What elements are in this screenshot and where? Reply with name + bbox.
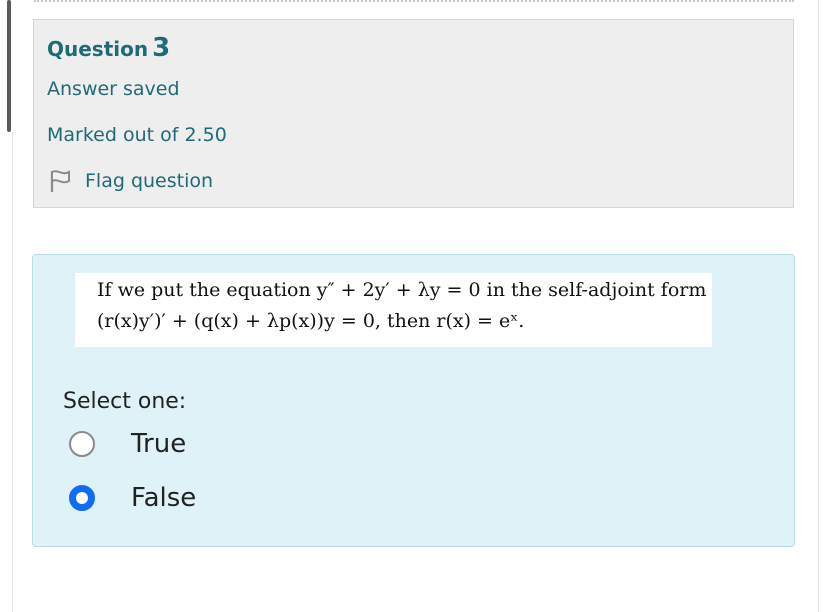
top-divider <box>34 0 794 4</box>
question-text-line-1: If we put the equation y″ + 2y′ + λy = 0… <box>97 279 707 301</box>
question-number: 3 <box>152 33 171 63</box>
question-title: Question 3 <box>47 34 170 63</box>
select-prompt: Select one: <box>63 389 187 414</box>
flag-icon <box>50 170 70 192</box>
flag-question-button[interactable]: Flag question <box>47 169 213 193</box>
option-true[interactable]: True <box>69 429 186 459</box>
question-info-panel: Question 3 Answer saved Marked out of 2.5… <box>33 19 794 208</box>
question-formulation: If we put the equation y″ + 2y′ + λy = 0… <box>32 254 795 547</box>
page-edge-left <box>12 132 13 612</box>
answer-state: Answer saved <box>47 78 180 100</box>
page-edge-right <box>818 0 819 612</box>
option-false[interactable]: False <box>69 483 196 513</box>
radio-false[interactable] <box>69 485 95 511</box>
scroll-indicator[interactable] <box>7 0 11 132</box>
question-text-line-2: (r(x)y′)′ + (q(x) + λp(x))y = 0, then r(… <box>97 310 525 332</box>
flag-question-label: Flag question <box>85 170 214 192</box>
option-true-label[interactable]: True <box>131 429 186 459</box>
grade-info: Marked out of 2.50 <box>47 124 227 146</box>
question-text: If we put the equation y″ + 2y′ + λy = 0… <box>75 273 712 347</box>
radio-true[interactable] <box>69 431 95 457</box>
option-false-label[interactable]: False <box>131 483 196 513</box>
question-label: Question <box>47 37 149 61</box>
